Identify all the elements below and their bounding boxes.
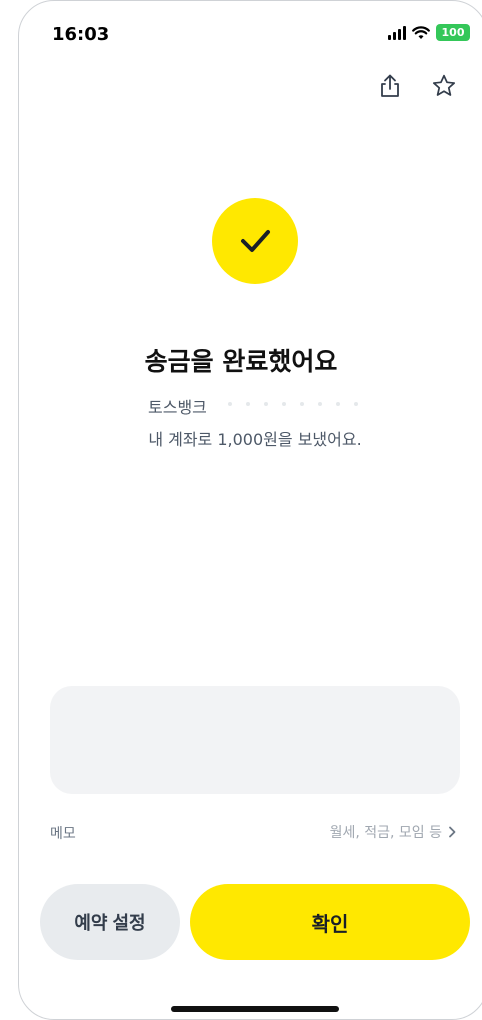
memo-input-box[interactable] <box>50 686 460 794</box>
battery-indicator: 100 <box>436 24 470 41</box>
confirm-button[interactable]: 확인 <box>190 884 470 960</box>
share-icon[interactable] <box>376 72 404 100</box>
status-time: 16:03 <box>52 24 110 45</box>
check-icon <box>241 230 270 252</box>
masked-account <box>228 402 358 406</box>
header-actions <box>376 72 458 100</box>
transfer-message: 내 계좌로 1,000원을 보냈어요. <box>148 430 362 449</box>
page-title: 송금을 완료했어요 <box>144 347 338 376</box>
signal-icon <box>388 25 406 40</box>
memo-suggestion-link[interactable]: 월세, 적금, 모임 등 <box>330 822 456 842</box>
star-icon[interactable] <box>430 72 458 100</box>
wifi-icon <box>412 25 430 39</box>
home-indicator[interactable] <box>171 1006 339 1012</box>
success-badge <box>212 198 298 284</box>
chevron-right-icon <box>449 826 456 838</box>
status-indicators: 100 <box>388 24 470 41</box>
memo-label: 메모 <box>50 826 76 842</box>
phone-frame <box>18 0 482 1020</box>
memo-hint-text: 월세, 적금, 모임 등 <box>329 825 442 841</box>
schedule-button[interactable]: 예약 설정 <box>40 884 180 960</box>
bank-name: 토스뱅크 <box>148 398 207 417</box>
